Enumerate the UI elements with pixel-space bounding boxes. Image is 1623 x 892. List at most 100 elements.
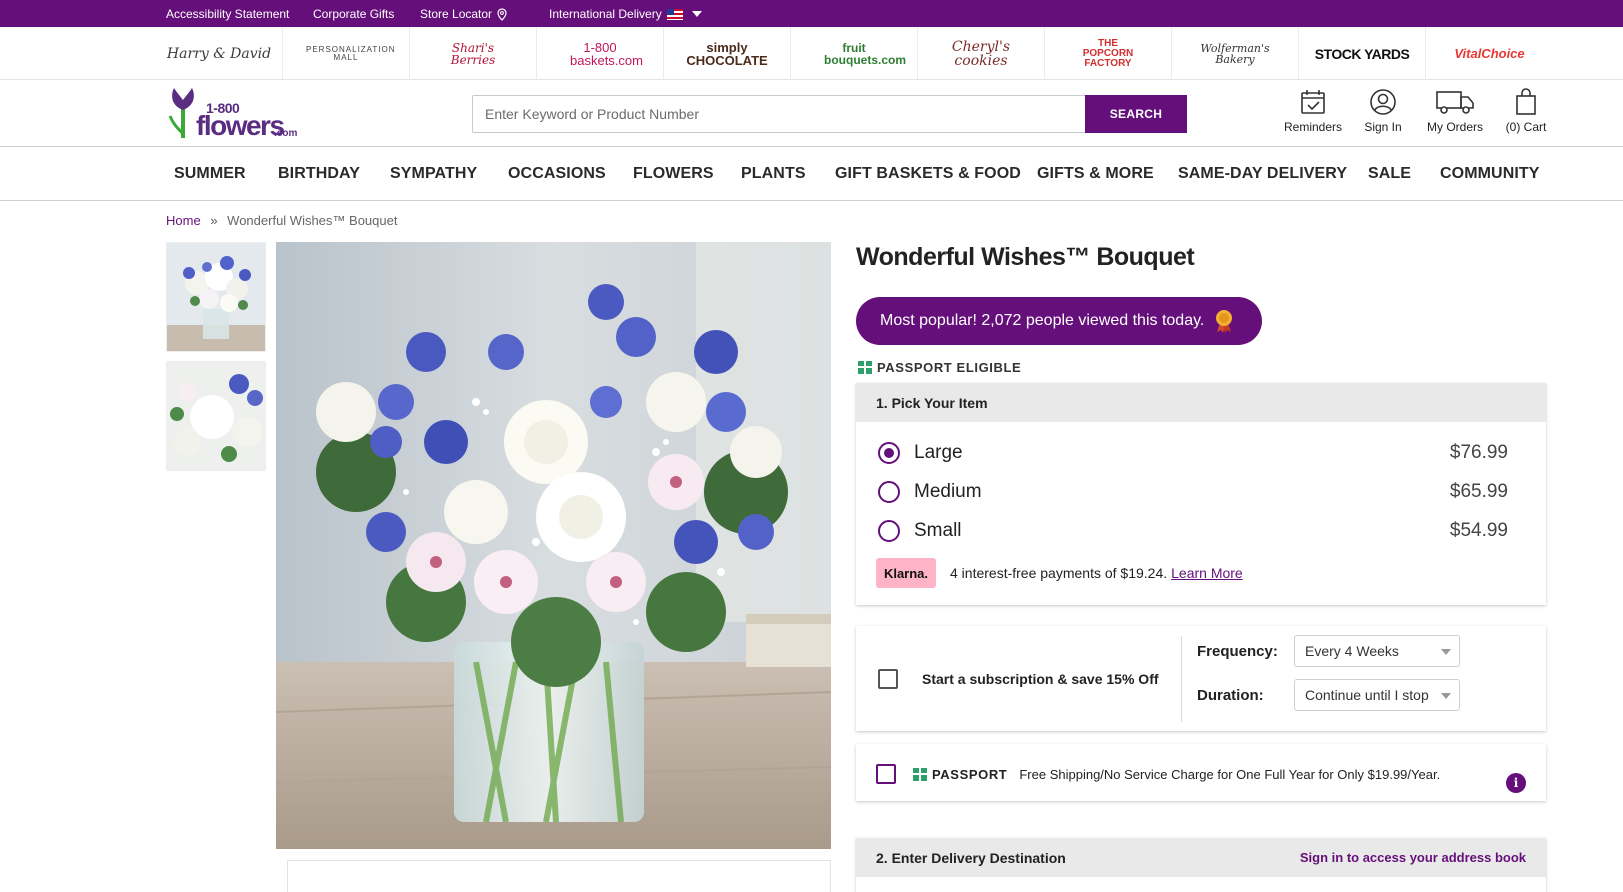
brand-1800baskets[interactable]: 1-800 baskets.com <box>537 27 664 80</box>
search-button[interactable]: SEARCH <box>1085 95 1187 133</box>
nav-community[interactable]: COMMUNITY <box>1440 165 1540 183</box>
brand-cheryls[interactable]: Cheryl's cookies <box>918 27 1045 80</box>
nav-summer[interactable]: SUMMER <box>174 165 246 183</box>
site-header: 1-800 flowers .com SEARCH Reminders Sign… <box>0 80 1623 147</box>
brand-simply-chocolate[interactable]: simply CHOCOLATE <box>664 27 791 80</box>
delivery-heading: 2. Enter Delivery Destination <box>876 850 1066 866</box>
klarna-text: 4 interest-free payments of $19.24. <box>950 565 1168 581</box>
size-small-radio[interactable] <box>878 520 900 542</box>
accessibility-statement-link[interactable]: Accessibility Statement <box>166 7 289 21</box>
bouquet-photo <box>276 242 831 849</box>
sign-in-link[interactable]: Sign In <box>1343 88 1423 134</box>
brand-harry-david-logo: Harry & David <box>166 45 272 62</box>
nav-plants[interactable]: PLANTS <box>741 165 806 183</box>
reminders-link[interactable]: Reminders <box>1273 88 1353 134</box>
brand-cheryls-logo: Cheryl's cookies <box>951 38 1011 69</box>
passport-logo-text: PASSPORT <box>932 766 1008 782</box>
size-option-medium[interactable]: Medium $65.99 <box>878 477 1508 507</box>
size-medium-label: Medium <box>914 481 982 502</box>
size-small-label: Small <box>914 520 962 541</box>
nav-occasions[interactable]: OCCASIONS <box>508 165 606 183</box>
brand-wolfermans[interactable]: Wolferman's Bakery <box>1172 27 1299 80</box>
nav-sale[interactable]: SALE <box>1368 165 1411 183</box>
product-title: Wonderful Wishes™ Bouquet <box>856 243 1195 271</box>
calendar-icon <box>1301 90 1325 114</box>
product-thumbnail-1[interactable] <box>166 242 266 352</box>
delivery-card: 2. Enter Delivery Destination Sign in to… <box>856 838 1546 892</box>
duration-select[interactable]: Continue until I stop <box>1294 679 1460 711</box>
brand-popcorn-factory[interactable]: THE POPCORN FACTORY <box>1045 27 1172 80</box>
international-delivery-dropdown[interactable]: International Delivery <box>549 7 702 21</box>
search-bar: SEARCH <box>472 95 1187 133</box>
size-option-small[interactable]: Small $54.99 <box>878 516 1508 546</box>
frequency-label: Frequency: <box>1197 643 1278 660</box>
passport-eligible-badge: PASSPORT ELIGIBLE <box>857 360 1021 375</box>
passport-checkbox[interactable] <box>876 764 896 784</box>
brand-wolfermans-logo: Wolferman's Bakery <box>1200 41 1270 66</box>
brand-1800baskets-logo: 1-800 baskets.com <box>570 39 643 68</box>
info-icon[interactable]: i <box>1506 773 1526 793</box>
popularity-text: Most popular! 2,072 people viewed this t… <box>880 312 1205 329</box>
main-navigation: SUMMER BIRTHDAY SYMPATHY OCCASIONS FLOWE… <box>0 147 1623 201</box>
corporate-gifts-link[interactable]: Corporate Gifts <box>313 7 394 21</box>
cart-link[interactable]: (0) Cart <box>1486 88 1566 134</box>
nav-sympathy[interactable]: SYMPATHY <box>390 165 477 183</box>
award-ribbon-icon <box>1216 310 1233 333</box>
reminders-label: Reminders <box>1283 120 1343 134</box>
user-icon <box>1370 89 1396 115</box>
size-medium-radio[interactable] <box>878 481 900 503</box>
brand-stock-yards[interactable]: STOCK YARDS <box>1299 27 1426 80</box>
my-orders-link[interactable]: My Orders <box>1415 88 1495 134</box>
brand-harry-david[interactable]: Harry & David <box>156 27 283 80</box>
passport-gift-icon <box>913 767 927 781</box>
chevron-down-icon <box>1441 649 1451 655</box>
truck-icon <box>1436 91 1474 114</box>
size-option-large[interactable]: Large $76.99 <box>878 438 1508 468</box>
tulip-logo-icon <box>168 88 194 138</box>
klarna-badge: Klarna. <box>876 558 936 588</box>
nav-birthday[interactable]: BIRTHDAY <box>278 165 360 183</box>
bouquet-closeup-thumbnail-image <box>167 362 265 470</box>
brand-fruit-bouquets[interactable]: fruit bouquets.com <box>791 27 918 80</box>
size-large-radio[interactable] <box>878 442 900 464</box>
duration-label: Duration: <box>1197 687 1264 704</box>
product-main-image[interactable] <box>276 242 831 849</box>
duration-value: Continue until I stop <box>1305 687 1429 703</box>
klarna-learn-more-link[interactable]: Learn More <box>1171 565 1243 581</box>
store-locator-link[interactable]: Store Locator <box>420 7 507 21</box>
delivery-heading-bar: 2. Enter Delivery Destination Sign in to… <box>856 838 1546 877</box>
passport-gift-icon <box>858 361 872 374</box>
brand-sharis-berries-logo: Shari's Berries <box>450 40 496 67</box>
cart-label: (0) Cart <box>1505 120 1547 134</box>
subscription-text: Start a subscription & save 15% Off <box>922 671 1159 687</box>
breadcrumb-separator: » <box>210 213 218 228</box>
nav-flowers[interactable]: FLOWERS <box>633 165 714 183</box>
bouquet-thumbnail-image <box>167 243 265 351</box>
nav-same-day-delivery[interactable]: SAME-DAY DELIVERY <box>1178 165 1347 183</box>
chevron-down-icon <box>691 11 702 17</box>
map-pin-icon <box>497 7 507 21</box>
frequency-select[interactable]: Every 4 Weeks <box>1294 635 1460 667</box>
brand-personalization-mall-logo: PERSONALIZATION MALL <box>306 44 396 62</box>
passport-offer-text: Free Shipping/No Service Charge for One … <box>1019 766 1441 782</box>
product-info-card <box>287 860 831 892</box>
subscription-checkbox[interactable] <box>878 669 898 689</box>
brand-vital-choice-logo: VitalChoice <box>1454 46 1525 61</box>
brand-personalization-mall[interactable]: PERSONALIZATION MALL <box>283 27 410 80</box>
klarna-row: Klarna. 4 interest-free payments of $19.… <box>876 558 1243 588</box>
size-large-label: Large <box>914 442 963 463</box>
brand-sharis-berries[interactable]: Shari's Berries <box>410 27 537 80</box>
search-input[interactable] <box>473 96 1085 132</box>
site-logo[interactable]: 1-800 flowers .com <box>166 84 297 142</box>
address-book-sign-in-link[interactable]: Sign in to access your address book <box>1300 850 1526 865</box>
passport-eligible-text: PASSPORT ELIGIBLE <box>877 360 1022 375</box>
nav-gifts-more[interactable]: GIFTS & MORE <box>1037 165 1154 183</box>
product-thumbnail-2[interactable] <box>166 361 266 471</box>
passport-logo: PASSPORT <box>912 767 1007 782</box>
nav-gift-baskets-food[interactable]: GIFT BASKETS & FOOD <box>835 165 1021 183</box>
size-medium-price: $65.99 <box>1449 481 1508 502</box>
us-flag-icon <box>666 8 683 20</box>
brand-vital-choice[interactable]: VitalChoice <box>1426 27 1553 80</box>
subscription-divider <box>1181 636 1182 722</box>
breadcrumb-home-link[interactable]: Home <box>166 213 201 228</box>
